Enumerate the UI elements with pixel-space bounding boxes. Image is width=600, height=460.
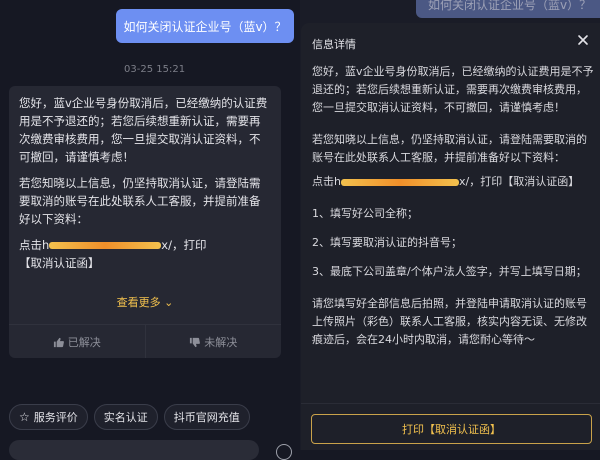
link-suffix: x/，打印 xyxy=(161,238,207,252)
chevron-down-icon: ⌄ xyxy=(160,296,174,309)
redacted-url[interactable] xyxy=(49,242,162,249)
chip-service-rating[interactable]: ☆ 服务评价 xyxy=(9,404,88,430)
close-icon[interactable] xyxy=(576,33,590,47)
panel-para1: 您好，蓝v企业号身份取消后，已经缴纳的认证费用是不予退还的；若您后续想重新认证，… xyxy=(312,65,594,114)
chip-real-name[interactable]: 实名认证 xyxy=(93,404,158,430)
unsolved-button[interactable]: 未解决 xyxy=(144,325,282,358)
unsolved-label: 未解决 xyxy=(204,336,238,349)
user-message-bubble: 如何关闭认证企业号（蓝v）？ xyxy=(116,9,294,43)
link-prefix: 点击 xyxy=(312,175,334,188)
bot-message-link-row: 点击h x/，打印 【取消认证函】 xyxy=(19,236,271,272)
panel-link-row: 点击h x/，打印【取消认证函】 xyxy=(312,173,595,191)
link-suffix: x/，打印【取消认证函】 xyxy=(458,175,580,188)
solved-button[interactable]: 已解决 xyxy=(9,325,145,358)
panel-item3: 3、最底下公司盖章/个体户法人签字，并写上填写日期； xyxy=(312,265,587,278)
view-more-link[interactable]: 查看更多 ⌄ xyxy=(9,294,281,310)
panel-para3: 请您填写好全部信息后拍照，并登陆申请取消认证的账号上传照片（彩色）联系人工客服，… xyxy=(312,297,587,346)
more-options-icon[interactable] xyxy=(276,444,292,460)
message-timestamp: 03-25 15:21 xyxy=(124,64,186,75)
chip-recharge[interactable]: 抖币官网充值 xyxy=(163,404,250,430)
detail-panel: 信息详情 您好，蓝v企业号身份取消后，已经缴纳的认证费用是不予退还的；若您后续想… xyxy=(301,23,600,450)
bot-message-para1: 您好，蓝v企业号身份取消后，已经缴纳的认证费用是不予退还的；若您后续想重新认证，… xyxy=(19,96,268,164)
print-cancel-letter-button[interactable]: 打印【取消认证函】 xyxy=(311,414,592,444)
bot-message-card: 您好，蓝v企业号身份取消后，已经缴纳的认证费用是不予退还的；若您后续想重新认证，… xyxy=(9,86,281,358)
bot-message-para2: 若您知晓以上信息，仍坚持取消认证，请登陆需要取消的账号在此处联系人工客服，并提前… xyxy=(19,176,261,226)
feedback-bar: 已解决 未解决 xyxy=(9,324,281,358)
panel-item1: 1、填写好公司全称； xyxy=(312,207,418,220)
thumbs-down-icon xyxy=(190,337,201,347)
panel-item2: 2、填写要取消认证的抖音号； xyxy=(312,236,462,249)
star-icon: ☆ xyxy=(19,410,30,424)
chip-label: 服务评价 xyxy=(33,411,78,424)
panel-para2: 若您知晓以上信息，仍坚持取消认证，请登陆需要取消的账号在此处联系人工客服，并提前… xyxy=(312,133,587,164)
panel-body: 您好，蓝v企业号身份取消后，已经缴纳的认证费用是不予退还的；若您后续想重新认证，… xyxy=(312,63,595,360)
solved-label: 已解决 xyxy=(67,336,101,349)
cancel-letter-link[interactable]: 【取消认证函】 xyxy=(19,256,100,270)
chip-label: 实名认证 xyxy=(103,411,148,424)
thumbs-up-icon xyxy=(53,337,64,347)
panel-title: 信息详情 xyxy=(312,38,356,51)
link-prefix: 点击 xyxy=(19,238,42,252)
quick-reply-chips: ☆ 服务评价 实名认证 抖币官网充值 xyxy=(9,404,250,430)
chip-label: 抖币官网充值 xyxy=(173,411,240,424)
message-input[interactable] xyxy=(9,440,259,460)
panel-divider xyxy=(301,403,600,404)
link-prefix-char: h xyxy=(42,238,50,252)
header-ghost-bubble: 如何关闭认证企业号（蓝v）？ xyxy=(416,0,600,18)
link-prefix-char: h xyxy=(334,175,341,188)
view-more-label: 查看更多 xyxy=(116,296,161,309)
redacted-url[interactable] xyxy=(340,178,459,186)
